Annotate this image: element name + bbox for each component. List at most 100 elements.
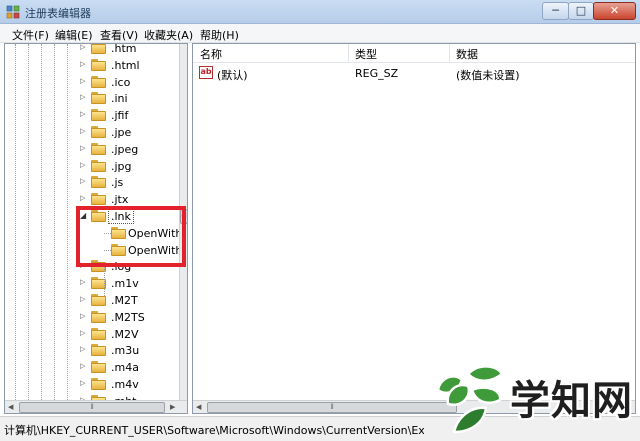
tree-item[interactable]: ▷ .m3u <box>5 342 179 359</box>
collapsed-arrow-icon[interactable]: ▷ <box>80 278 85 286</box>
tree-item[interactable]: ▷ .m1v <box>5 275 179 292</box>
tree-item-label: .ico <box>111 75 131 89</box>
column-separator[interactable] <box>348 44 349 63</box>
tree-child-connector <box>104 266 105 296</box>
list-hscroll-thumb[interactable]: ⦀ <box>207 402 457 413</box>
tree-item[interactable]: ▷ .m4a <box>5 359 179 376</box>
tree-item[interactable]: ▷ .m4v <box>5 376 179 393</box>
collapsed-arrow-icon[interactable]: ▷ <box>80 93 85 101</box>
tree-item[interactable]: ▷ .htm <box>5 43 179 57</box>
column-header-type[interactable]: 类型 <box>355 46 377 61</box>
title-bar: 注册表编辑器 ─ □ ✕ <box>0 0 640 24</box>
values-list[interactable]: 名称 类型 数据 ab (默认) REG_SZ (数值未设置) ◀ ⦀ <box>192 43 636 414</box>
menu-file[interactable]: 文件(F) <box>12 27 49 43</box>
collapsed-arrow-icon[interactable]: ▷ <box>80 177 85 185</box>
value-data: (数值未设置) <box>456 69 520 82</box>
collapsed-arrow-icon[interactable]: ▷ <box>80 60 85 68</box>
tree-item[interactable]: ▷ .M2V <box>5 326 179 343</box>
tree-item[interactable]: ▷ .jpe <box>5 124 179 141</box>
folder-icon <box>91 327 106 340</box>
column-header-name[interactable]: 名称 <box>200 46 222 61</box>
collapsed-arrow-icon[interactable]: ▷ <box>80 127 85 135</box>
tree-item-label: .jtx <box>111 193 129 207</box>
folder-icon <box>91 92 106 105</box>
tree-item-label: .html <box>111 58 140 72</box>
registry-editor-icon <box>6 5 20 19</box>
tree-item[interactable]: ▷ .jpg <box>5 158 179 175</box>
folder-icon <box>91 142 106 155</box>
tree-item-label: .jpe <box>111 126 132 139</box>
tree-item-label: .M2TS <box>111 310 145 324</box>
highlight-annotation <box>76 206 186 267</box>
tree-item-label: .M2V <box>111 327 139 341</box>
collapsed-arrow-icon[interactable]: ▷ <box>80 110 85 118</box>
watermark-text: 学知网 <box>510 377 633 424</box>
tree-item-label: .m4a <box>111 361 139 375</box>
scroll-left-arrow-icon[interactable]: ◀ <box>8 403 13 411</box>
collapsed-arrow-icon[interactable]: ▷ <box>80 329 85 337</box>
window-title: 注册表编辑器 <box>25 7 91 20</box>
menu-favorites[interactable]: 收藏夹(A) <box>144 27 193 43</box>
tree-item-label: .M2T <box>111 294 138 307</box>
folder-icon <box>91 310 106 323</box>
menu-bar: 文件(F) 编辑(E) 查看(V) 收藏夹(A) 帮助(H) <box>0 24 640 43</box>
folder-icon <box>91 378 106 390</box>
collapsed-arrow-icon[interactable]: ▷ <box>80 194 85 202</box>
scroll-left-arrow-icon[interactable]: ◀ <box>196 403 201 411</box>
close-button[interactable]: ✕ <box>593 2 636 20</box>
tree-item-label: .m3u <box>111 344 140 358</box>
folder-icon <box>91 176 106 189</box>
folder-icon <box>91 44 106 54</box>
folder-icon <box>91 361 106 374</box>
collapsed-arrow-icon[interactable]: ▷ <box>80 295 85 303</box>
tree-item[interactable]: ▷ .html <box>5 57 179 74</box>
collapsed-arrow-icon[interactable]: ▷ <box>80 44 85 51</box>
leaf-logo-icon <box>436 365 504 434</box>
tree-item[interactable]: ▷ .ico <box>5 74 179 91</box>
tree-item-label: .m4v <box>111 378 139 391</box>
minimize-button[interactable]: ─ <box>542 2 569 20</box>
tree-item-label: .js <box>111 176 124 190</box>
collapsed-arrow-icon[interactable]: ▷ <box>80 362 85 370</box>
folder-icon <box>91 75 106 88</box>
tree-item[interactable]: ▷ .M2TS <box>5 309 179 326</box>
string-value-icon: ab <box>199 66 213 79</box>
tree-item-label: .m1v <box>111 277 139 291</box>
column-separator[interactable] <box>449 44 450 63</box>
folder-icon <box>91 344 106 357</box>
value-type: REG_SZ <box>355 67 399 80</box>
collapsed-arrow-icon[interactable]: ▷ <box>80 144 85 152</box>
collapsed-arrow-icon[interactable]: ▷ <box>80 345 85 353</box>
list-header: 名称 类型 数据 <box>193 44 635 63</box>
collapsed-arrow-icon[interactable]: ▷ <box>80 161 85 169</box>
list-item[interactable]: ab (默认) REG_SZ (数值未设置) <box>193 65 635 82</box>
tree-horizontal-scrollbar[interactable]: ◀ ⦀ ▶ <box>5 400 187 413</box>
tree-hscroll-thumb[interactable]: ⦀ <box>19 402 165 413</box>
status-path: 计算机\HKEY_CURRENT_USER\Software\Microsoft… <box>4 424 424 437</box>
tree-item-label: .ini <box>111 92 128 106</box>
maximize-button[interactable]: □ <box>568 2 594 20</box>
tree-item[interactable]: ▷ .M2T <box>5 292 179 309</box>
tree-item[interactable]: ▷ .jfif <box>5 107 179 124</box>
collapsed-arrow-icon[interactable]: ▷ <box>80 379 85 387</box>
tree-item-label: .jpg <box>111 159 132 173</box>
folder-icon <box>91 193 106 206</box>
value-name: (默认) <box>217 69 248 82</box>
menu-help[interactable]: 帮助(H) <box>200 27 239 43</box>
menu-edit[interactable]: 编辑(E) <box>55 27 93 43</box>
tree-item-label: .jpeg <box>111 142 139 156</box>
tree-item-label: .htm <box>111 43 137 55</box>
menu-view[interactable]: 查看(V) <box>100 27 138 43</box>
tree-item[interactable]: ▷ .js <box>5 174 179 191</box>
tree-item[interactable]: ▷ .jpeg <box>5 141 179 158</box>
collapsed-arrow-icon[interactable]: ▷ <box>80 312 85 320</box>
folder-icon <box>91 126 106 138</box>
tree-item[interactable]: ▷ .ini <box>5 90 179 107</box>
folder-icon <box>91 109 106 122</box>
folder-icon <box>91 58 106 71</box>
column-header-data[interactable]: 数据 <box>456 46 478 61</box>
watermark: 学知网 <box>428 360 633 436</box>
collapsed-arrow-icon[interactable]: ▷ <box>80 77 85 85</box>
scroll-right-arrow-icon[interactable]: ▶ <box>170 403 175 411</box>
folder-icon <box>91 159 106 172</box>
